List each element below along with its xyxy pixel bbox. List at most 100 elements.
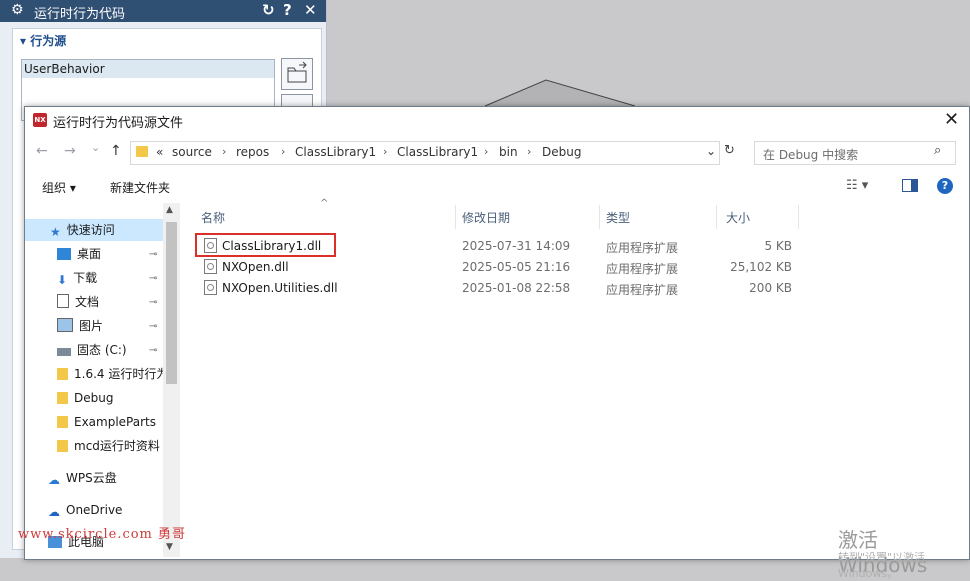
breadcrumb-separator[interactable]: › [222, 145, 226, 158]
pin-icon[interactable]: ⊸ [149, 249, 157, 260]
help-icon[interactable]: ? [283, 1, 292, 19]
nav-item-wps-cloud[interactable]: ☁ WPS云盘 [48, 467, 117, 489]
column-header-modified[interactable]: 修改日期 [462, 209, 510, 226]
nav-item-label: 下载 [73, 271, 98, 285]
breadcrumb-item[interactable]: bin [499, 145, 518, 159]
preview-pane-icon[interactable] [902, 179, 918, 192]
nx-list-item[interactable]: UserBehavior [22, 60, 274, 78]
folder-icon [57, 368, 68, 380]
refresh-icon[interactable]: ↻ [724, 143, 735, 158]
nx-app-icon: NX [33, 113, 47, 127]
nav-item-pictures[interactable]: 图片 [57, 315, 103, 337]
nav-item-desktop[interactable]: 桌面 [57, 243, 101, 265]
column-header-size[interactable]: 大小 [726, 209, 750, 226]
folder-icon [57, 416, 68, 428]
nav-item-folder[interactable]: 1.6.4 运行时行为 [57, 363, 163, 385]
forward-arrow-icon[interactable]: → [64, 143, 76, 159]
file-size: 200 KB [749, 281, 792, 295]
star-icon: ★ [50, 225, 61, 239]
nav-item-label: mcd运行时资料 [74, 439, 160, 453]
nav-item-label: 1.6.4 运行时行为 [74, 367, 163, 381]
nav-item-label: 固态 (C:) [77, 343, 127, 357]
file-size: 25,102 KB [730, 260, 792, 274]
pin-icon[interactable]: ⊸ [149, 297, 157, 308]
reset-icon[interactable]: ↻ [262, 1, 275, 19]
back-arrow-icon[interactable]: ← [36, 143, 48, 159]
drive-icon [57, 348, 71, 356]
nx-group-title: ▾ 行为源 [20, 34, 67, 48]
breadcrumb-separator[interactable]: › [527, 145, 531, 158]
breadcrumb-separator[interactable]: › [281, 145, 285, 158]
picture-icon [57, 318, 73, 332]
folder-add-icon [287, 61, 307, 83]
scroll-thumb[interactable] [166, 222, 177, 384]
breadcrumb-separator[interactable]: › [383, 145, 387, 158]
view-options-icon[interactable]: ☷ ▾ [846, 178, 868, 193]
annotation-highlight-box [195, 233, 336, 257]
dialog-close-icon[interactable]: ✕ [944, 109, 959, 130]
file-type: 应用程序扩展 [606, 262, 679, 276]
file-type: 应用程序扩展 [606, 283, 679, 297]
dll-file-icon [204, 280, 217, 295]
chevron-down-icon[interactable]: ⌄ [706, 144, 716, 158]
nx-group-title-text: 行为源 [30, 34, 67, 48]
nav-item-folder[interactable]: ExampleParts [57, 411, 156, 433]
column-header-type[interactable]: 类型 [606, 209, 630, 226]
breadcrumb-item[interactable]: Debug [542, 145, 581, 159]
onedrive-icon: ☁ [48, 505, 60, 519]
nav-item-label: Debug [74, 391, 114, 405]
gear-icon[interactable]: ⚙ [11, 2, 24, 18]
nx-panel-titlebar: ⚙ 运行时行为代码 ↻ ? ✕ [0, 0, 326, 22]
breadcrumb-item[interactable]: source [172, 145, 212, 159]
column-divider[interactable] [798, 205, 799, 229]
file-modified: 2025-01-08 22:58 [462, 281, 571, 295]
new-folder-button[interactable]: 新建文件夹 [110, 179, 170, 196]
nav-item-folder[interactable]: Debug [57, 387, 113, 409]
pin-icon[interactable]: ⊸ [149, 321, 157, 332]
nav-item-folder[interactable]: mcd运行时资料 [57, 435, 163, 457]
watermark-text: www.skcircle.com 勇哥 [18, 527, 187, 542]
nav-item-label: OneDrive [66, 503, 123, 517]
column-divider[interactable] [716, 205, 717, 229]
column-divider[interactable] [455, 205, 456, 229]
nav-item-drive-c[interactable]: 固态 (C:) [57, 339, 127, 361]
pin-icon[interactable]: ⊸ [149, 273, 157, 284]
nav-item-label: 快速访问 [66, 223, 115, 237]
breadcrumb-separator[interactable]: › [484, 145, 488, 158]
activate-windows-subtext: 转到"设置"以激活 Windows。 [838, 551, 926, 580]
column-divider[interactable] [599, 205, 600, 229]
folder-icon [136, 146, 148, 157]
model-shape [484, 79, 636, 107]
file-name[interactable]: NXOpen.dll [222, 260, 289, 274]
pin-icon[interactable]: ⊸ [149, 345, 157, 356]
search-placeholder: 在 Debug 中搜索 [763, 148, 859, 162]
nav-item-documents[interactable]: 文档 [57, 291, 99, 313]
nav-item-onedrive[interactable]: ☁ OneDrive [48, 499, 122, 521]
add-file-button[interactable] [281, 58, 313, 90]
nav-item-quick-access[interactable]: ★ 快速访问 [50, 219, 115, 241]
column-header-name[interactable]: 名称 [201, 209, 225, 226]
breadcrumb-item[interactable]: ClassLibrary1 [295, 145, 376, 159]
sort-ascending-icon: ^ [320, 198, 329, 209]
up-arrow-icon[interactable]: ↑ [110, 143, 122, 159]
recent-locations-icon[interactable]: ⌄ [91, 141, 100, 154]
file-name[interactable]: NXOpen.Utilities.dll [222, 281, 338, 295]
breadcrumb-item[interactable]: ClassLibrary1 [397, 145, 478, 159]
cloud-icon: ☁ [48, 473, 60, 487]
organize-menu[interactable]: 组织 ▾ [42, 179, 76, 196]
breadcrumb-overflow[interactable]: « [156, 145, 163, 159]
search-icon[interactable]: ⌕ [934, 143, 941, 158]
nav-item-downloads[interactable]: ⬇ 下载 [57, 267, 97, 289]
help-icon[interactable]: ? [937, 178, 953, 194]
scroll-down-icon[interactable]: ▼ [166, 542, 173, 552]
document-icon [57, 294, 69, 308]
file-modified: 2025-05-05 21:16 [462, 260, 571, 274]
nav-item-label: 桌面 [77, 247, 102, 261]
folder-icon [57, 440, 68, 452]
nav-item-label: 图片 [79, 319, 104, 333]
scroll-up-icon[interactable]: ▲ [166, 205, 173, 215]
breadcrumb-item[interactable]: repos [236, 145, 269, 159]
nx-panel-title: 运行时行为代码 [34, 7, 126, 22]
file-type: 应用程序扩展 [606, 241, 679, 255]
close-icon[interactable]: ✕ [304, 1, 317, 19]
